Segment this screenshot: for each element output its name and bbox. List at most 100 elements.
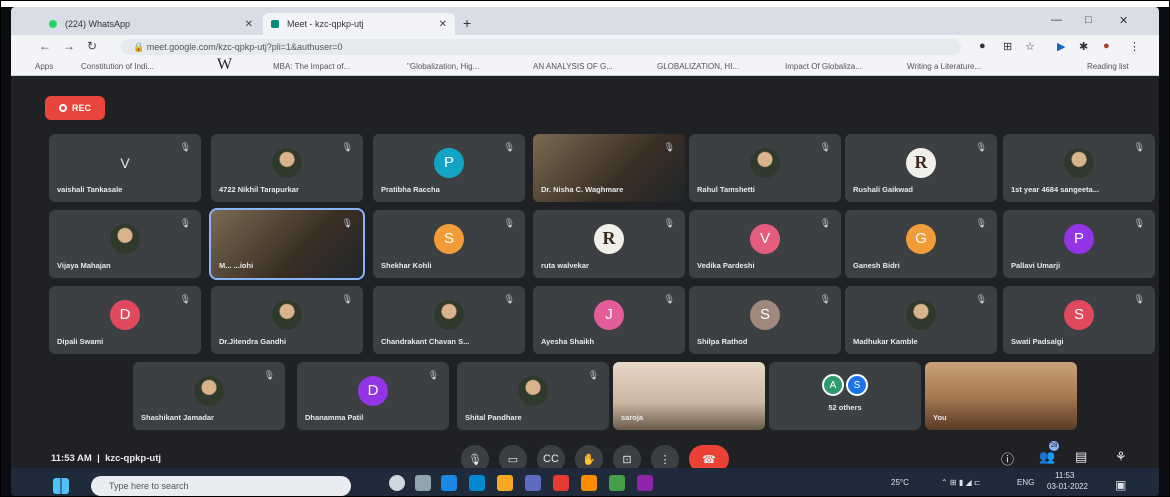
participant-tile[interactable]: 🎙 4722 Nikhil Tarapurkar	[211, 134, 363, 202]
participant-tile[interactable]: S 🎙 Shilpa Rathod	[689, 286, 841, 354]
participant-tile[interactable]: 🎙 1st year 4684 sangeeta...	[1003, 134, 1155, 202]
participant-tile[interactable]: V 🎙 vaishali Tankasale	[49, 134, 201, 202]
store-icon[interactable]	[469, 475, 485, 491]
cortana-icon[interactable]	[389, 475, 405, 491]
notifications-icon[interactable]: ▣	[1115, 478, 1126, 492]
participant-tile[interactable]: 🎙 Rahul Tamshetti	[689, 134, 841, 202]
url-input[interactable]: 🔒 meet.google.com/kzc-qpkp-utj?pli=1&aut…	[121, 39, 961, 55]
tab-meet[interactable]: Meet - kzc-qpkp-utj ✕	[263, 13, 455, 35]
participant-name: Shital Pandhare	[465, 413, 522, 422]
participant-tile[interactable]: A S 52 others	[769, 362, 921, 430]
bookmark-reading-list[interactable]: Reading list	[1087, 62, 1129, 71]
meet-icon	[271, 20, 279, 28]
participant-name: M... ...iohi	[219, 261, 254, 270]
reload-icon[interactable]: ↻	[87, 39, 97, 53]
task-view-icon[interactable]	[415, 475, 431, 491]
windows-start-icon[interactable]	[53, 478, 69, 494]
participant-avatar: S	[750, 299, 780, 330]
tab-whatsapp[interactable]: (224) WhatsApp ✕	[41, 13, 261, 35]
participant-tile[interactable]: R 🎙 Rushali Gaikwad	[845, 134, 997, 202]
translate-icon[interactable]: ⊞	[1003, 40, 1012, 53]
maximize-button[interactable]: □	[1085, 14, 1092, 26]
participant-tile[interactable]: 🎙 Dr.Jitendra Gandhi	[211, 286, 363, 354]
participant-tile[interactable]: S 🎙 Swati Padsalgi	[1003, 286, 1155, 354]
participant-tile[interactable]: P 🎙 Pratibha Raccha	[373, 134, 525, 202]
bookmark-mba[interactable]: MBA: The Impact of...	[273, 62, 350, 71]
participant-tile[interactable]: 🎙 Chandrakant Chavan S...	[373, 286, 525, 354]
chat-icon[interactable]: ▤	[1075, 449, 1087, 465]
activities-icon[interactable]: ⚘	[1115, 449, 1127, 465]
tray-icons[interactable]: ⌃ ⊞ ▮ ◢ ⊏	[941, 478, 981, 487]
explorer-icon[interactable]	[497, 475, 513, 491]
new-tab-button[interactable]: +	[463, 15, 471, 31]
extension-icon[interactable]: ▶	[1057, 40, 1065, 53]
language-indicator[interactable]: ENG	[1017, 478, 1034, 487]
app-icon[interactable]	[581, 475, 597, 491]
forward-icon[interactable]: →	[63, 39, 75, 53]
bookmark-analysis[interactable]: AN ANALYSIS OF G...	[533, 62, 613, 71]
muted-mic-icon: 🎙	[503, 142, 515, 152]
muted-mic-icon: 🎙	[975, 294, 987, 304]
bookmark-writing[interactable]: Writing a Literature...	[907, 62, 981, 71]
participant-tile[interactable]: S 🎙 Shekhar Kohli	[373, 210, 525, 278]
muted-mic-icon: 🎙	[341, 294, 353, 304]
menu-icon[interactable]: ⋮	[1129, 40, 1140, 53]
browser-tab-bar: (224) WhatsApp ✕ Meet - kzc-qpkp-utj ✕ +…	[11, 7, 1159, 35]
participant-name: 4722 Nikhil Tarapurkar	[219, 185, 299, 194]
back-icon[interactable]: ←	[39, 39, 51, 53]
bookmark-wikipedia[interactable]: W	[217, 56, 232, 74]
participant-photo	[272, 299, 302, 330]
participant-avatar: S	[1064, 299, 1094, 330]
bookmark-globalization[interactable]: "Globalization, Hig...	[407, 62, 479, 71]
info-icon[interactable]: ⓘ	[1001, 449, 1014, 468]
muted-mic-icon: 🎙	[819, 218, 831, 228]
participant-tile[interactable]: You	[925, 362, 1077, 430]
participant-tile[interactable]: J 🎙 Ayesha Shaikh	[533, 286, 685, 354]
participant-tile[interactable]: saroja	[613, 362, 765, 430]
participant-tile[interactable]: 🎙 Vijaya Mahajan	[49, 210, 201, 278]
close-tab-icon[interactable]: ✕	[439, 19, 447, 30]
participant-photo	[906, 299, 936, 330]
participant-tile[interactable]: V 🎙 Vedika Pardeshi	[689, 210, 841, 278]
participant-photo	[110, 223, 140, 254]
participant-tile[interactable]: 🎙 M... ...iohi	[209, 208, 365, 280]
bookmark-constitution[interactable]: Constitution of Indi...	[81, 62, 154, 71]
participant-avatar: J	[594, 299, 624, 330]
participant-tile[interactable]: G 🎙 Ganesh Bidri	[845, 210, 997, 278]
app-icon[interactable]	[637, 475, 653, 491]
bookmark-apps[interactable]: Apps	[35, 62, 53, 71]
muted-mic-icon: 🎙	[663, 142, 675, 152]
tab-label: (224) WhatsApp	[65, 19, 131, 29]
participant-avatar: V	[120, 154, 130, 171]
star-icon[interactable]: ☆	[1025, 40, 1035, 53]
people-icon[interactable]: 👥	[1039, 449, 1055, 465]
mail-icon[interactable]	[525, 475, 541, 491]
participant-tile[interactable]: 🎙 Madhukar Kamble	[845, 286, 997, 354]
close-window-button[interactable]: ✕	[1119, 14, 1128, 27]
clock-time[interactable]: 11:53	[1055, 471, 1074, 480]
participant-tile[interactable]: D 🎙 Dhanamma Patil	[297, 362, 449, 430]
close-tab-icon[interactable]: ✕	[245, 19, 253, 30]
extensions-puzzle-icon[interactable]: ✱	[1079, 40, 1088, 53]
chrome-icon[interactable]	[609, 475, 625, 491]
url-text: meet.google.com/kzc-qpkp-utj?pli=1&authu…	[146, 42, 343, 52]
participant-tile[interactable]: 🎙 Shital Pandhare	[457, 362, 609, 430]
app-icon[interactable]	[553, 475, 569, 491]
weather-text[interactable]: 25°C	[891, 478, 909, 487]
participant-tile[interactable]: 🎙 Dr. Nisha C. Waghmare	[533, 134, 685, 202]
bookmark-impact[interactable]: Impact Of Globaliza...	[785, 62, 862, 71]
meet-control-bar: 11:53 AM | kzc-qpkp-utj 🎙 ▭ CC ✋ ⊡ ⋮ ☎ ⓘ…	[11, 441, 1159, 473]
bookmark-globalization-hi[interactable]: GLOBALIZATION, HI...	[657, 62, 739, 71]
clock-date[interactable]: 03-01-2022	[1047, 482, 1088, 491]
participant-name: Rahul Tamshetti	[697, 185, 755, 194]
camera-indicator-icon[interactable]: ●	[979, 40, 986, 52]
minimize-button[interactable]: —	[1051, 14, 1062, 26]
participant-tile[interactable]: D 🎙 Dipali Swami	[49, 286, 201, 354]
taskbar-search[interactable]: Type here to search	[91, 476, 351, 496]
participant-tile[interactable]: 🎙 Shashikant Jamadar	[133, 362, 285, 430]
participant-tile[interactable]: R 🎙 ruta walvekar	[533, 210, 685, 278]
meeting-code: kzc-qpkp-utj	[105, 453, 162, 464]
edge-icon[interactable]	[441, 475, 457, 491]
profile-avatar[interactable]: ●	[1103, 40, 1110, 52]
participant-tile[interactable]: P 🎙 Pallavi Umarji	[1003, 210, 1155, 278]
